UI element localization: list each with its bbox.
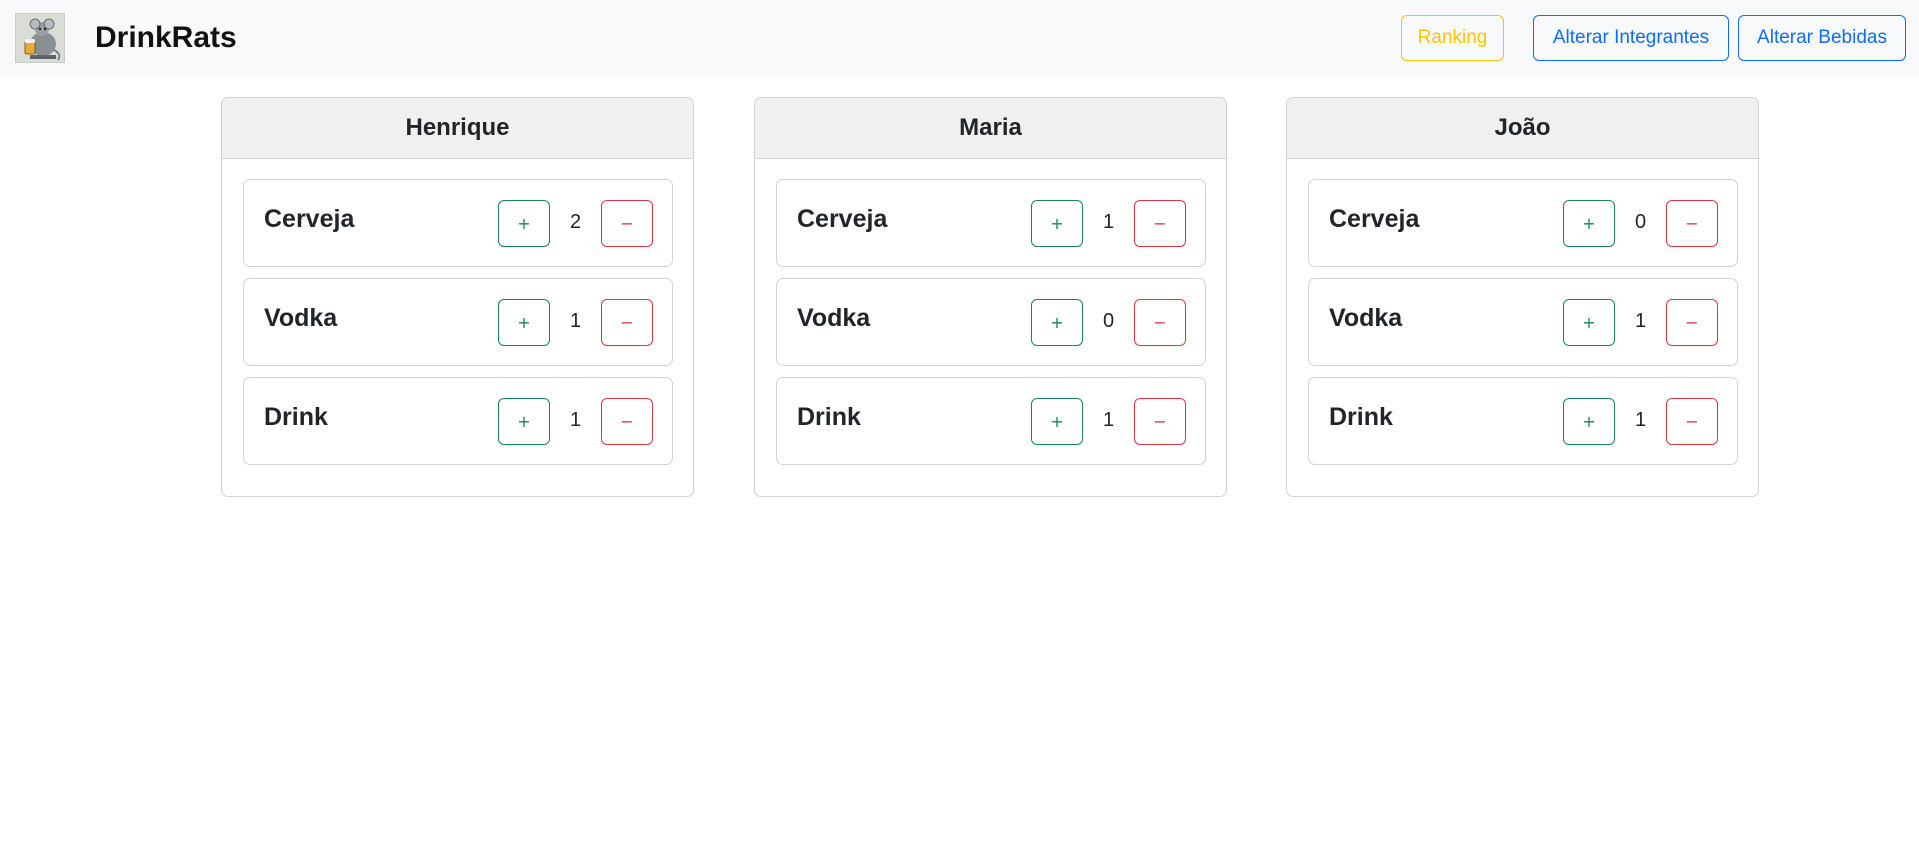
drink-row: Drink + 1 − [776,377,1206,465]
member-name: Henrique [222,98,693,159]
rat-logo-icon[interactable] [15,13,65,63]
drink-name: Cerveja [264,205,355,233]
decrement-button[interactable]: − [1134,200,1186,247]
drink-row: Cerveja + 0 − [1308,179,1738,267]
member-name: João [1287,98,1758,159]
drink-row: Drink + 1 − [1308,377,1738,465]
alterar-bebidas-button[interactable]: Alterar Bebidas [1738,15,1906,61]
drink-name: Drink [264,403,328,431]
increment-button[interactable]: + [498,299,550,346]
decrement-button[interactable]: − [1666,398,1718,445]
drink-name: Cerveja [1329,205,1420,233]
increment-button[interactable]: + [1031,299,1083,346]
decrement-button[interactable]: − [1666,200,1718,247]
increment-button[interactable]: + [1031,200,1083,247]
increment-button[interactable]: + [1031,398,1083,445]
drink-count: 1 [1634,310,1647,332]
increment-button[interactable]: + [498,398,550,445]
drink-count: 0 [1634,211,1647,233]
decrement-button[interactable]: − [1134,398,1186,445]
increment-button[interactable]: + [1563,299,1615,346]
drink-count: 0 [1102,310,1115,332]
decrement-button[interactable]: − [1134,299,1186,346]
increment-button[interactable]: + [498,200,550,247]
drink-row: Vodka + 0 − [776,278,1206,366]
decrement-button[interactable]: − [1666,299,1718,346]
navbar: DrinkRats Ranking Alterar Integrantes Al… [0,0,1919,76]
member-card: João Cerveja + 0 − Vodka + 1 − Drink + 1… [1286,97,1759,497]
drink-name: Cerveja [797,205,888,233]
drink-row: Drink + 1 − [243,377,673,465]
drink-count: 1 [569,409,582,431]
brand-title[interactable]: DrinkRats [95,18,237,58]
drink-count: 1 [1634,409,1647,431]
member-name: Maria [755,98,1226,159]
increment-button[interactable]: + [1563,200,1615,247]
drink-row: Cerveja + 1 − [776,179,1206,267]
drink-row: Vodka + 1 − [243,278,673,366]
ranking-button[interactable]: Ranking [1401,15,1504,61]
alterar-integrantes-button[interactable]: Alterar Integrantes [1533,15,1729,61]
drink-name: Drink [797,403,861,431]
drink-count: 1 [1102,409,1115,431]
decrement-button[interactable]: − [601,200,653,247]
member-card: Maria Cerveja + 1 − Vodka + 0 − Drink + … [754,97,1227,497]
drink-count: 1 [1102,211,1115,233]
drink-row: Vodka + 1 − [1308,278,1738,366]
member-card: Henrique Cerveja + 2 − Vodka + 1 − Drink… [221,97,694,497]
drink-name: Drink [1329,403,1393,431]
decrement-button[interactable]: − [601,299,653,346]
decrement-button[interactable]: − [601,398,653,445]
drink-count: 2 [569,211,582,233]
drink-row: Cerveja + 2 − [243,179,673,267]
drink-count: 1 [569,310,582,332]
drink-name: Vodka [797,304,871,332]
increment-button[interactable]: + [1563,398,1615,445]
drink-name: Vodka [264,304,338,332]
drink-name: Vodka [1329,304,1403,332]
